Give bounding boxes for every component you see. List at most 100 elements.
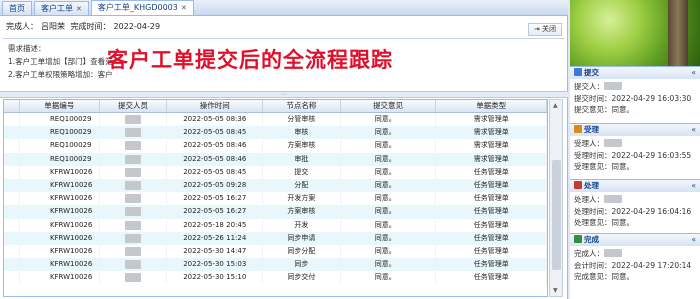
cell-opinion: 同意。 bbox=[341, 258, 437, 272]
close-button[interactable]: ⇥ 关闭 bbox=[527, 23, 562, 36]
person-label: 受理人： bbox=[574, 139, 604, 148]
grid-scrollbar[interactable]: ▲ ▼ bbox=[549, 99, 563, 297]
row-number bbox=[4, 165, 20, 179]
cell-submitter bbox=[100, 244, 168, 259]
completer-value: 吕阳荣 bbox=[41, 22, 65, 31]
table-row[interactable]: KFRW10026 2022-05-30 15:03 同步 同意。 任务管理单 bbox=[4, 258, 547, 272]
table-row[interactable]: REQ100029 2022-05-05 08:45 审核 同意。 需求管理单 bbox=[4, 126, 547, 140]
cell-node-name: 分配 bbox=[263, 178, 341, 193]
table-row[interactable]: KFRW10026 2022-05-26 11:24 同步申请 同意。 任务管理单 bbox=[4, 231, 547, 245]
cell-node-name: 方案审核 bbox=[263, 139, 341, 153]
section-header[interactable]: 提交 « bbox=[570, 67, 700, 79]
cell-submitter bbox=[100, 218, 168, 232]
person-line: 提交人： bbox=[574, 81, 696, 93]
cell-operation-time: 2022-05-30 14:47 bbox=[167, 244, 264, 259]
person-line: 完成人： bbox=[574, 248, 696, 260]
cell-operation-time: 2022-05-26 11:24 bbox=[167, 231, 264, 245]
cell-submitter bbox=[100, 152, 168, 166]
cell-operation-time: 2022-05-05 16:27 bbox=[167, 192, 264, 206]
scroll-down-icon[interactable]: ▼ bbox=[553, 287, 558, 294]
column-header[interactable]: 单据编号 bbox=[20, 100, 100, 112]
column-header[interactable]: 提交人员 bbox=[100, 100, 168, 112]
completion-info: 完成人： 吕阳荣 完成时间： 2022-04-29 bbox=[6, 20, 562, 34]
column-header[interactable]: 单据类型 bbox=[436, 100, 547, 112]
tab-customer-ticket[interactable]: 客户工单 ✕ bbox=[34, 1, 89, 15]
row-number bbox=[4, 258, 20, 272]
cell-node-name: 同步交付 bbox=[263, 271, 341, 285]
cell-node-name: 开发方案 bbox=[263, 192, 341, 206]
cell-submitter bbox=[100, 192, 168, 206]
cell-document-type: 任务管理单 bbox=[436, 244, 547, 259]
column-header[interactable]: 提交意见 bbox=[341, 100, 437, 112]
table-row[interactable]: KFRW10026 2022-05-05 08:45 提交 同意。 任务管理单 bbox=[4, 165, 547, 179]
tab-home[interactable]: 首页 bbox=[2, 1, 32, 15]
tab-customer-ticket-detail[interactable]: 客户工单_KHGD0003 ✕ bbox=[90, 0, 194, 15]
table-row[interactable]: REQ100029 2022-05-05 08:36 分管审核 同意。 需求管理单 bbox=[4, 113, 547, 127]
table-row[interactable]: REQ100029 2022-05-05 08:46 方案审核 同意。 需求管理单 bbox=[4, 139, 547, 153]
close-icon: ⇥ bbox=[533, 25, 542, 33]
collapse-icon[interactable]: « bbox=[691, 67, 696, 79]
cell-document-type: 任务管理单 bbox=[436, 165, 547, 179]
cell-submitter bbox=[100, 258, 168, 272]
section-header[interactable]: 受理 « bbox=[570, 124, 700, 136]
redacted-name bbox=[125, 128, 142, 138]
cell-operation-time: 2022-05-05 08:46 bbox=[167, 152, 264, 166]
cell-operation-time: 2022-05-05 08:36 bbox=[167, 113, 264, 127]
redacted-name bbox=[125, 260, 142, 270]
cell-document-type: 任务管理单 bbox=[436, 271, 547, 285]
opinion-label: 处理意见： bbox=[574, 218, 612, 227]
person-label: 完成人： bbox=[574, 249, 604, 258]
redacted-name bbox=[604, 82, 622, 90]
cell-document-type: 任务管理单 bbox=[436, 205, 547, 219]
table-row[interactable]: KFRW10026 2022-05-05 16:27 开发方案 同意。 任务管理单 bbox=[4, 192, 547, 206]
cell-opinion: 同意。 bbox=[341, 192, 437, 206]
cell-document-type: 任务管理单 bbox=[436, 218, 547, 232]
table-row[interactable]: KFRW10026 2022-05-30 14:47 同步分配 同意。 任务管理单 bbox=[4, 244, 547, 259]
collapse-icon[interactable]: « bbox=[691, 234, 696, 246]
cell-submitter bbox=[100, 165, 168, 179]
cell-document-type: 需求管理单 bbox=[436, 152, 547, 166]
redacted-name bbox=[125, 273, 142, 283]
redacted-name bbox=[125, 154, 142, 164]
panel-splitter[interactable]: ⋯ bbox=[0, 91, 568, 98]
table-row[interactable]: KFRW10026 2022-05-05 09:28 分配 同意。 任务管理单 bbox=[4, 178, 547, 193]
row-number bbox=[4, 113, 20, 127]
table-row[interactable]: KFRW10026 2022-05-30 15:10 同步交付 同意。 任务管理单 bbox=[4, 271, 547, 285]
close-icon[interactable]: ✕ bbox=[76, 5, 82, 13]
section-header[interactable]: 完成 « bbox=[570, 234, 700, 246]
cell-document-number: KFRW10026 bbox=[20, 271, 100, 285]
cell-submitter bbox=[100, 139, 168, 153]
cell-opinion: 同意。 bbox=[341, 271, 437, 285]
section-header[interactable]: 处理 « bbox=[570, 180, 700, 192]
scroll-up-icon[interactable]: ▲ bbox=[553, 102, 558, 109]
row-number bbox=[4, 244, 20, 259]
redacted-name bbox=[125, 220, 142, 230]
tab-label: 客户工单_KHGD0003 bbox=[97, 3, 178, 12]
cell-document-number: REQ100029 bbox=[20, 139, 100, 153]
table-row[interactable]: KFRW10026 2022-05-18 20:45 开发 同意。 任务管理单 bbox=[4, 218, 547, 232]
column-header[interactable]: 节点名称 bbox=[263, 100, 341, 112]
collapse-icon[interactable]: « bbox=[691, 180, 696, 192]
scroll-thumb[interactable] bbox=[552, 160, 561, 270]
cell-submitter bbox=[100, 205, 168, 219]
cell-node-name: 提交 bbox=[263, 165, 341, 179]
opinion-value: 同意。 bbox=[611, 162, 635, 171]
section-body: 受理人： 受理时间：2022-04-29 16:03:55 受理意见：同意。 bbox=[570, 136, 700, 175]
cell-submitter bbox=[100, 126, 168, 140]
table-row[interactable]: REQ100029 2022-05-05 08:46 审批 同意。 需求管理单 bbox=[4, 152, 547, 166]
cell-submitter bbox=[100, 178, 168, 193]
cell-opinion: 同意。 bbox=[341, 126, 437, 140]
row-number bbox=[4, 139, 20, 153]
close-icon[interactable]: ✕ bbox=[181, 4, 187, 12]
collapse-icon[interactable]: « bbox=[691, 124, 696, 136]
time-line: 提交时间：2022-04-29 16:03:30 bbox=[574, 93, 696, 105]
stage-icon bbox=[574, 125, 582, 133]
cell-opinion: 同意。 bbox=[341, 178, 437, 193]
table-row[interactable]: KFRW10026 2022-05-05 16:27 方案审核 同意。 任务管理单 bbox=[4, 205, 547, 219]
time-value: 2022-04-29 16:03:55 bbox=[611, 150, 692, 160]
opinion-line: 提交意见：同意。 bbox=[574, 104, 696, 116]
redacted-name bbox=[604, 139, 622, 147]
time-label: 会计时间： bbox=[574, 260, 612, 270]
column-header[interactable]: 操作时间 bbox=[167, 100, 264, 112]
cell-opinion: 同意。 bbox=[341, 113, 437, 127]
